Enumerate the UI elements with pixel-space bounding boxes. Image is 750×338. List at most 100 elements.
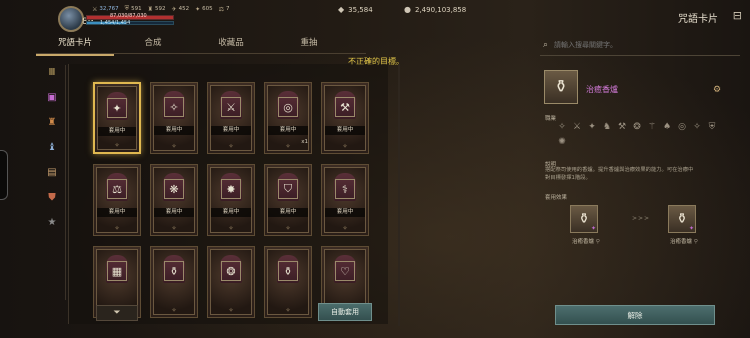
effect-icon[interactable]: ❂ — [632, 122, 642, 132]
card-star-icon: ✧ — [171, 307, 177, 314]
card-star-icon: ✧ — [342, 225, 348, 232]
tab-divider — [36, 53, 366, 54]
description-text: 搭配祭司使用的香爐。提升香爐與治療效果的能力。可在治療中對目標發揮1階段。 — [545, 167, 694, 181]
card-grid: ✦ 套用中 ✧ ✧ 套用中 ✧ ⚔ 套用中 ✧ ◎ 套用中 x1 ✧ ⚒ 套用中 ✧ ⚖ 套用中 ✧ ❋ 套用中 ✧ ✸ 套用… — [93, 82, 369, 318]
card-star-icon: ✧ — [285, 307, 291, 314]
applied-badge: 套用中 — [268, 208, 308, 217]
spell-card[interactable]: ⛉ 套用中 ✧ — [264, 164, 312, 236]
card-star-icon: ✧ — [285, 143, 291, 150]
spell-card[interactable]: ⚒ 套用中 ✧ — [321, 82, 369, 154]
effect-icon[interactable]: ♞ — [602, 122, 612, 132]
card-emblem-icon: ▦ — [107, 261, 127, 281]
auto-apply-button[interactable]: 自動套用 — [318, 303, 372, 321]
card-emblem-icon: ⚒ — [335, 97, 355, 117]
applied-badge: 套用中 — [98, 127, 136, 136]
release-button[interactable]: 解除 — [555, 305, 715, 325]
effect-icon[interactable]: ✺ — [557, 137, 567, 147]
effect-icon[interactable]: ◎ — [677, 122, 687, 132]
rarity-mark-icon: ✦ — [688, 225, 694, 232]
card-star-icon: ✧ — [228, 225, 234, 232]
card-emblem-icon: ❋ — [164, 179, 184, 199]
applied-badge: 套用中 — [154, 208, 194, 217]
card-star-icon: ✧ — [342, 143, 348, 150]
category-all-icon[interactable]: Ⅲ — [45, 65, 59, 79]
applied-badge: 套用中 — [325, 126, 365, 135]
spell-card[interactable]: ⚖ 套用中 ✧ — [93, 164, 141, 236]
spell-card[interactable]: ⚕ 套用中 ✧ — [321, 164, 369, 236]
effect-icon[interactable]: ✦ — [587, 122, 597, 132]
spell-card[interactable]: ✸ 套用中 ✧ — [207, 164, 255, 236]
sword-icon: ⚔ — [92, 5, 98, 13]
effect-icon[interactable]: ⚒ — [617, 122, 627, 132]
spell-card[interactable]: ✧ 套用中 ✧ — [150, 82, 198, 154]
weight-icon: ⚖ — [218, 5, 224, 13]
magnify-icon[interactable]: ⚲ — [596, 239, 600, 245]
effect-icon[interactable]: ✧ — [692, 122, 702, 132]
stat-defense: ⛨ 591 — [124, 5, 142, 12]
boots-icon: ✈ — [171, 5, 177, 13]
top-bar: 89 ⚔32,767 ⛨591 ♜592 ✈452 ✦605 ⚖7 87,030… — [0, 0, 750, 34]
category-helmet-icon[interactable]: ♜ — [45, 115, 59, 129]
spell-card[interactable]: ❂ ✧ — [207, 246, 255, 318]
category-star-icon[interactable]: ★ — [45, 215, 59, 229]
effect-icon[interactable]: ♠ — [662, 122, 672, 132]
usage-arrows: >>> — [632, 215, 651, 222]
usage-to-name: 治癒香爐 ⚲ — [670, 239, 698, 245]
crit-icon: ✦ — [195, 5, 201, 13]
window-icon[interactable]: ⊟ — [733, 9, 742, 22]
usage-label: 套用效果 — [545, 195, 568, 201]
stat-armor: ♜ 592 — [147, 5, 166, 13]
usage-from-name: 治癒香爐 ⚲ — [572, 239, 600, 245]
spell-card[interactable]: ◎ 套用中 x1 ✧ — [264, 82, 312, 154]
lock-icon[interactable]: ⚙ — [713, 85, 721, 95]
effect-icon[interactable]: ✧ — [557, 122, 567, 132]
category-armor-icon[interactable]: ♝ — [45, 140, 59, 154]
search-underline — [540, 55, 740, 56]
category-shield-icon[interactable]: ⛊ — [45, 190, 59, 204]
stats-row: ⚔ 32,767 ⛨ 591 ♜ 592 ✈ 452 ✦ 605 ⚖ 7 — [92, 5, 230, 13]
shield-icon: ⛨ — [124, 5, 130, 12]
spell-card[interactable]: ❋ 套用中 ✧ — [150, 164, 198, 236]
applied-badge: 套用中 — [211, 208, 251, 217]
filter-icon: ⏷ — [113, 308, 121, 318]
panel-divider — [398, 64, 400, 326]
detail-card-image: ⚱ — [544, 70, 578, 104]
spell-card[interactable]: ⚔ 套用中 ✧ — [207, 82, 255, 154]
search-icon[interactable]: ⌕ — [543, 40, 548, 50]
card-emblem-icon: ⛉ — [278, 179, 298, 199]
usage-to-card: ⚱ ✦ — [668, 205, 696, 233]
card-star-icon: ✧ — [114, 225, 120, 232]
applied-badge: 套用中 — [154, 126, 194, 135]
gold-currency: ● 2,490,103,858 — [404, 5, 467, 14]
card-emblem-icon: ⚖ — [107, 179, 127, 199]
card-count: x1 — [301, 139, 308, 145]
spell-card[interactable]: ⚱ ✧ — [150, 246, 198, 318]
effect-icon[interactable]: ⚚ — [647, 122, 657, 132]
card-star-icon: ✧ — [114, 142, 120, 149]
gold-coin-icon: ● — [404, 5, 411, 14]
filter-button[interactable]: ⏷ — [96, 305, 138, 321]
category-chest-icon[interactable]: ▣ — [45, 90, 59, 104]
card-emblem-icon: ✧ — [164, 97, 184, 117]
detail-card-name: 治癒香爐 — [586, 85, 618, 94]
applied-badge: 套用中 — [325, 208, 365, 217]
card-emblem-icon: ◎ — [278, 97, 298, 117]
magnify-icon[interactable]: ⚲ — [694, 239, 698, 245]
card-star-icon: ✧ — [171, 143, 177, 150]
rarity-mark-icon: ✦ — [590, 225, 596, 232]
card-emblem-icon: ⚕ — [335, 179, 355, 199]
card-emblem-icon: ✦ — [107, 98, 127, 118]
effect-icon[interactable]: ⛨ — [707, 122, 717, 132]
search-input[interactable] — [554, 41, 725, 49]
category-scroll-icon[interactable]: ▤ — [45, 165, 59, 179]
spell-card[interactable]: ⚱ ✧ — [264, 246, 312, 318]
effect-icon[interactable]: ⚔ — [572, 122, 582, 132]
applied-badge: 套用中 — [211, 126, 251, 135]
avatar[interactable] — [58, 6, 84, 32]
card-emblem-icon: ❂ — [221, 261, 241, 281]
spell-card[interactable]: ✦ 套用中 ✧ — [93, 82, 141, 154]
sidebar-divider — [65, 65, 66, 300]
applied-badge: 套用中 — [268, 126, 308, 135]
card-emblem-icon: ✸ — [221, 179, 241, 199]
stat-speed: ✈ 452 — [171, 5, 190, 13]
